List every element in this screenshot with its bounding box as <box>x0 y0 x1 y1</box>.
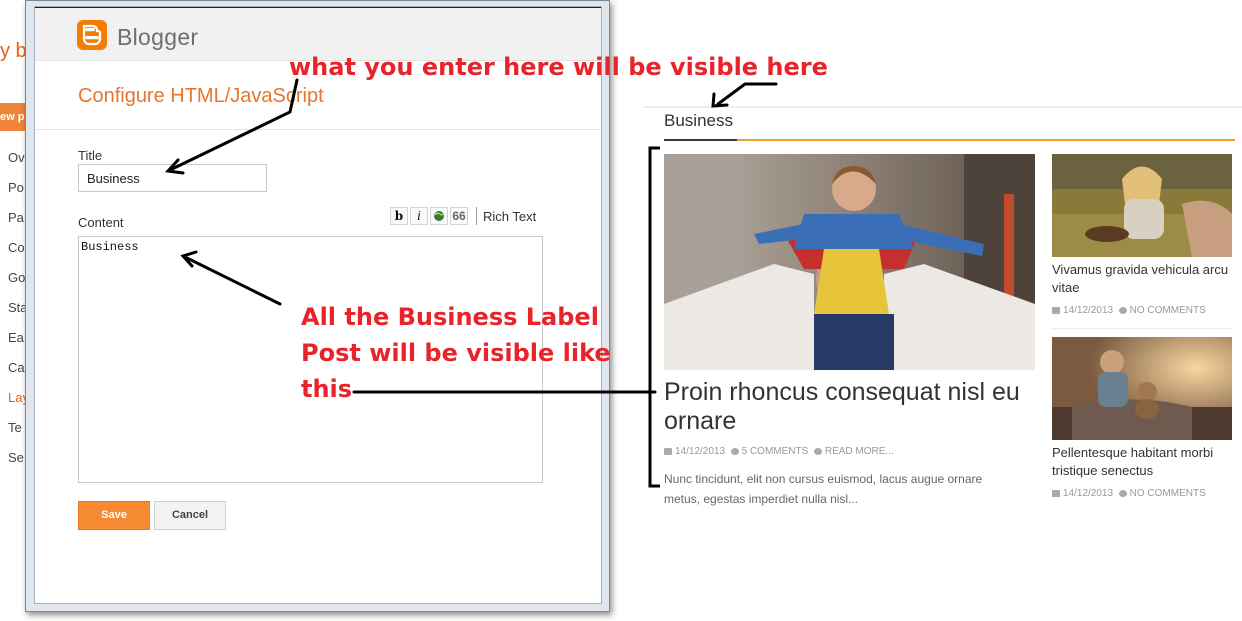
arrow-to-title-input <box>164 78 299 175</box>
arrow-to-widget-title <box>711 82 778 108</box>
annotation-arrows <box>164 78 778 488</box>
arrow-to-content <box>180 250 282 306</box>
bracket-marker <box>648 146 660 488</box>
